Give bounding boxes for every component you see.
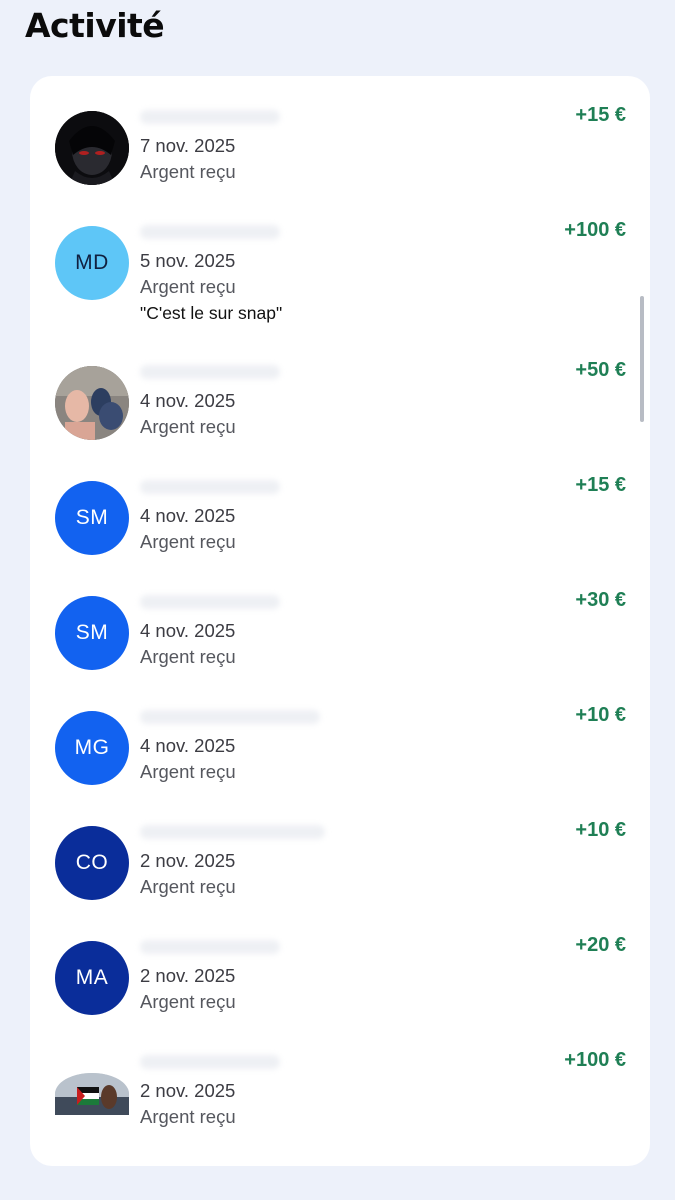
transaction-type: Argent reçu: [140, 161, 236, 182]
avatar-photo-icon: [55, 366, 129, 440]
scrollbar[interactable]: [640, 296, 644, 422]
avatar-photo-icon: [55, 1073, 129, 1115]
avatar: SM: [55, 481, 129, 555]
transaction-date: 4 nov. 2025: [140, 735, 236, 756]
transaction-amount: +10 €: [575, 704, 626, 726]
transaction-date: 2 nov. 2025: [140, 850, 236, 871]
transaction-type: Argent reçu: [140, 416, 236, 437]
sender-name-blurred: [140, 940, 280, 954]
transaction-amount: +100 €: [564, 1049, 626, 1071]
transaction-date: 2 nov. 2025: [140, 1080, 236, 1101]
avatar: MD: [55, 226, 129, 300]
transaction-date: 4 nov. 2025: [140, 620, 236, 641]
transaction-row[interactable]: CO 2 nov. 2025 Argent reçu +10 €: [30, 791, 650, 906]
transaction-date: 4 nov. 2025: [140, 505, 236, 526]
avatar: MA: [55, 941, 129, 1015]
transaction-amount: +15 €: [575, 104, 626, 126]
sender-name-blurred: [140, 1055, 280, 1069]
transaction-type: Argent reçu: [140, 1106, 236, 1127]
transaction-type: Argent reçu: [140, 876, 236, 897]
transaction-amount: +50 €: [575, 359, 626, 381]
transaction-date: 2 nov. 2025: [140, 965, 236, 986]
avatar: CO: [55, 826, 129, 900]
transaction-row[interactable]: MA 2 nov. 2025 Argent reçu +20 €: [30, 906, 650, 1021]
transaction-date: 5 nov. 2025: [140, 250, 236, 271]
sender-name-blurred: [140, 225, 280, 239]
transaction-row[interactable]: SM 4 nov. 2025 Argent reçu +30 €: [30, 561, 650, 676]
transaction-amount: +10 €: [575, 819, 626, 841]
transaction-date: 7 nov. 2025: [140, 135, 236, 156]
sender-name-blurred: [140, 480, 280, 494]
transaction-row[interactable]: SM 4 nov. 2025 Argent reçu +15 €: [30, 446, 650, 561]
transaction-amount: +100 €: [564, 219, 626, 241]
transaction-amount: +20 €: [575, 934, 626, 956]
sender-name-blurred: [140, 365, 280, 379]
transaction-note: "C'est le sur snap": [140, 303, 283, 323]
transaction-row[interactable]: 7 nov. 2025 Argent reçu +15 €: [30, 76, 650, 191]
sender-name-blurred: [140, 710, 320, 724]
sender-name-blurred: [140, 595, 280, 609]
activity-list[interactable]: 7 nov. 2025 Argent reçu +15 € MD 5 nov. …: [30, 76, 650, 1166]
transaction-amount: +30 €: [575, 589, 626, 611]
transaction-date: 4 nov. 2025: [140, 390, 236, 411]
transaction-amount: +15 €: [575, 474, 626, 496]
transaction-row[interactable]: 4 nov. 2025 Argent reçu +50 €: [30, 331, 650, 446]
transaction-type: Argent reçu: [140, 276, 236, 297]
transaction-row[interactable]: MD 5 nov. 2025 Argent reçu "C'est le sur…: [30, 191, 650, 331]
avatar-photo-icon: [55, 111, 129, 185]
transaction-row[interactable]: 2 nov. 2025 Argent reçu +100 €: [30, 1021, 650, 1166]
transaction-type: Argent reçu: [140, 761, 236, 782]
transaction-type: Argent reçu: [140, 991, 236, 1012]
transaction-row[interactable]: MG 4 nov. 2025 Argent reçu +10 €: [30, 676, 650, 791]
sender-name-blurred: [140, 110, 280, 124]
avatar: SM: [55, 596, 129, 670]
avatar: MG: [55, 711, 129, 785]
transaction-type: Argent reçu: [140, 646, 236, 667]
sender-name-blurred: [140, 825, 325, 839]
page-title: Activité: [25, 6, 165, 45]
transaction-type: Argent reçu: [140, 531, 236, 552]
